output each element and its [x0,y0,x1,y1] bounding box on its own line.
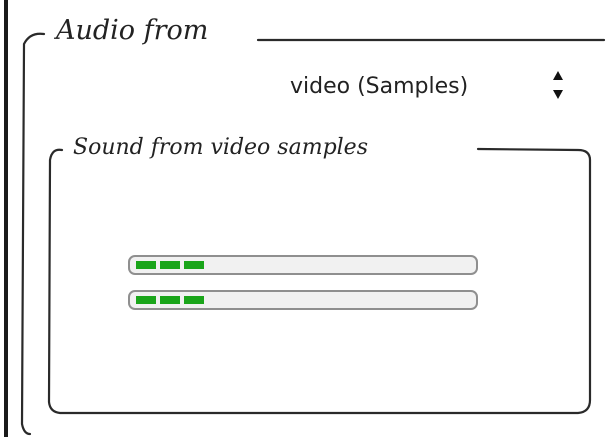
level-meter-segment [184,261,204,269]
level-meter-channel-2 [128,290,478,310]
level-meter-channel-1 [128,255,478,275]
audio-source-select[interactable]: video (Samples) [284,64,584,108]
sound-from-video-samples-title: Sound from video samples [67,133,374,163]
level-meter-segment [136,261,156,269]
level-meter-segment [136,296,156,304]
audio-source-selected-value: video (Samples) [290,73,469,99]
level-meter-segment [160,261,180,269]
level-meter-segment [184,296,204,304]
stepper-arrows-icon[interactable] [550,68,566,102]
sound-group-frame [47,147,592,415]
level-meter-segment [160,296,180,304]
audio-from-title: Audio from [50,14,215,48]
